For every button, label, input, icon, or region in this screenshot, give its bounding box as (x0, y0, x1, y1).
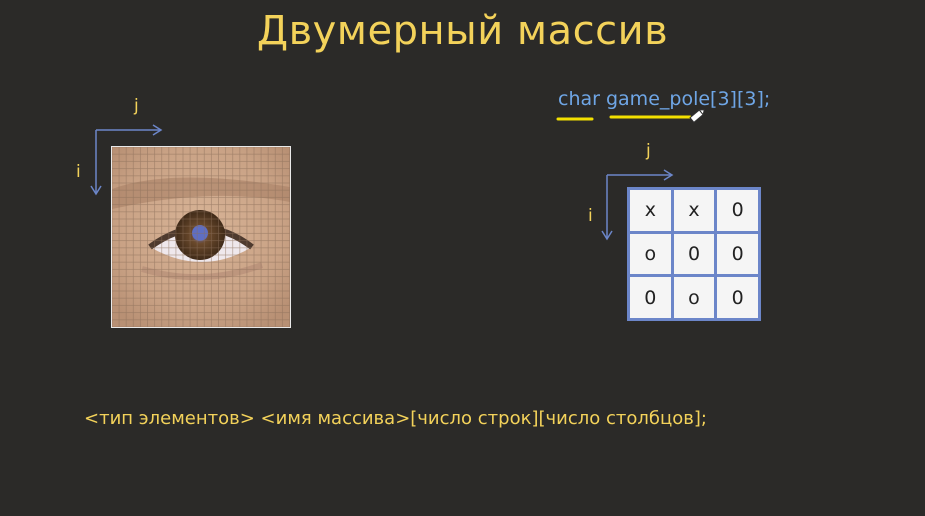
grid-cell: x (630, 190, 671, 231)
grid-cell: 0 (717, 233, 758, 275)
grid-row-label: i (588, 206, 593, 226)
image-row-label: i (76, 162, 81, 182)
grid-cell: 0 (717, 190, 758, 231)
grid-cell: x (673, 190, 715, 231)
grid-cell: 0 (717, 277, 758, 318)
grid-cell: 0 (673, 233, 715, 275)
pen-cursor-icon (689, 109, 705, 124)
grid-cell: o (673, 277, 715, 318)
grid-col-label: j (646, 141, 651, 161)
game-grid: x x 0 o 0 0 0 o 0 (627, 187, 761, 321)
image-col-label: j (134, 96, 139, 116)
slide: Двумерный массив char game_pole[3][3]; j… (0, 0, 925, 516)
grid-cell: 0 (630, 277, 671, 318)
grid-cell: o (630, 233, 671, 275)
syntax-description: <тип элементов> <имя массива>[число стро… (84, 408, 707, 429)
pixelated-eye-image (111, 146, 291, 328)
